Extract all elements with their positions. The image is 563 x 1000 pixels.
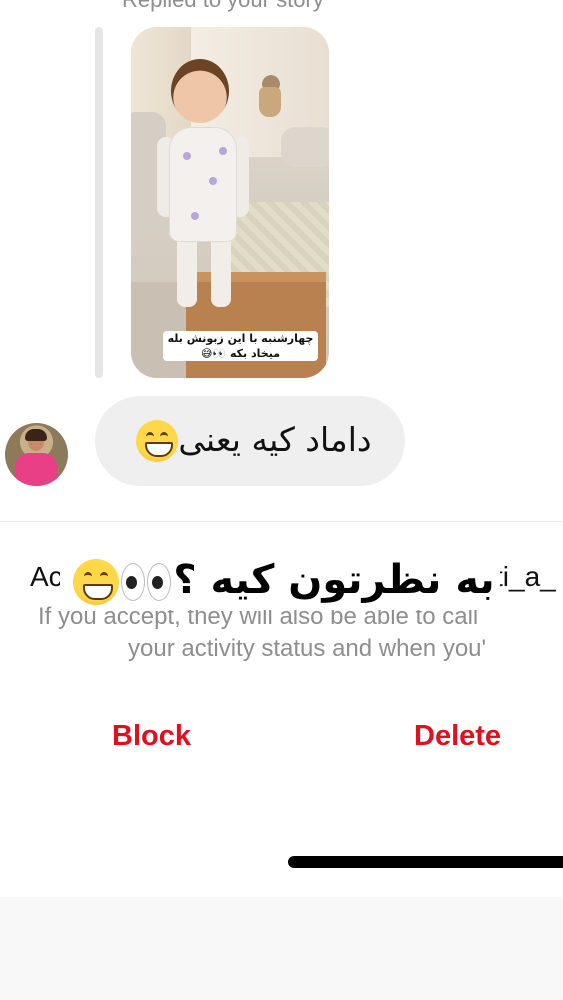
stool xyxy=(186,282,326,378)
emoji-eye xyxy=(146,432,155,441)
baby-leg-right xyxy=(211,232,231,307)
home-indicator[interactable] xyxy=(288,856,563,868)
pattern-dot xyxy=(219,147,227,155)
overlay-text-content: به نظرتون کیه ؟ xyxy=(173,557,495,603)
replied-to-story-label: Replied to your story xyxy=(122,0,324,13)
baby-leg-left xyxy=(177,232,197,307)
avatar-shirt xyxy=(15,453,57,486)
accept-request-title: Ac xyxy=(30,561,63,592)
emoji-eye xyxy=(100,572,109,581)
eye-right xyxy=(121,563,146,601)
message-text-content: داماد کیه یعنی xyxy=(178,419,372,459)
message-bubble[interactable]: داماد کیه یعنی xyxy=(95,396,405,486)
chair xyxy=(281,127,329,167)
pattern-dot xyxy=(183,152,191,160)
bottom-safe-area xyxy=(0,897,563,1000)
overlay-caption: به نظرتون کیه ؟ xyxy=(60,552,500,610)
story-caption-line2: میخاد بکه 👀😅 xyxy=(200,347,281,360)
emoji-eye xyxy=(84,572,93,581)
avatar-hair xyxy=(25,429,47,441)
eye-left xyxy=(147,563,172,601)
baby-head xyxy=(171,59,229,123)
emoji-mouth xyxy=(145,442,174,458)
message-text: داماد کیه یعنی xyxy=(128,419,372,463)
divider xyxy=(0,521,563,522)
overlay-text: به نظرتون کیه ؟ xyxy=(65,557,495,605)
emoji-eye xyxy=(160,432,169,441)
emoji-mouth xyxy=(83,584,114,600)
request-info-line2: your activity status and when you' xyxy=(128,635,487,662)
delete-button[interactable]: Delete xyxy=(414,720,501,753)
avatar[interactable] xyxy=(5,423,68,486)
grinning-face-icon xyxy=(73,559,120,605)
story-caption-line1: چهارشنبه با این زبونش بله xyxy=(167,332,314,345)
block-button[interactable]: Block xyxy=(112,720,191,753)
baby-onesie xyxy=(169,127,237,242)
grinning-face-icon xyxy=(136,420,179,463)
pattern-dot xyxy=(209,177,217,185)
eyes-icon xyxy=(121,563,172,601)
vase-decor xyxy=(259,87,281,117)
pattern-dot xyxy=(191,212,199,220)
story-caption: چهارشنبه با این زبونش بله میخاد بکه 👀😅 xyxy=(163,331,318,361)
story-thumbnail[interactable]: چهارشنبه با این زبونش بله میخاد بکه 👀😅 xyxy=(131,27,329,378)
reply-indicator-bar xyxy=(95,27,103,378)
username-fragment: ti_a_ xyxy=(495,561,556,592)
